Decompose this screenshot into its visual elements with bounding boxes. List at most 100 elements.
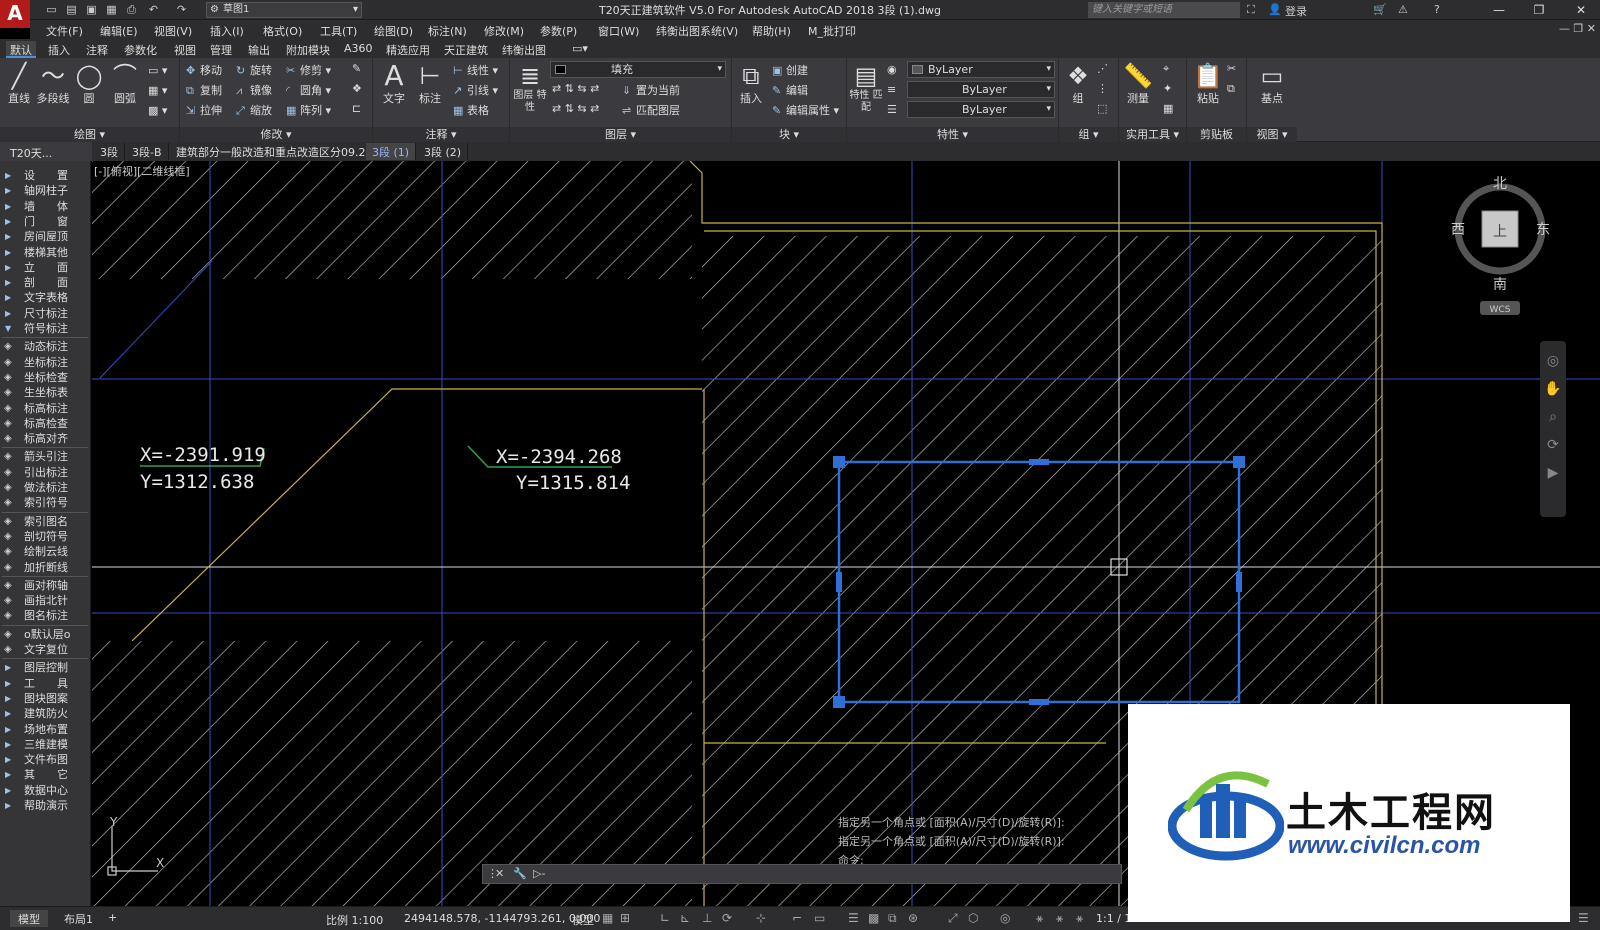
save-as-icon[interactable]: ▦ (104, 3, 119, 17)
panel-draw-title[interactable]: 绘图 ▾ (0, 127, 179, 142)
navigation-bar[interactable]: ◎ ✋ ⌕ ⟳ ▶ (1540, 341, 1566, 517)
move-button[interactable]: ✥ 移动 (186, 62, 222, 80)
exchange-icon[interactable]: ⚠ (1398, 3, 1408, 16)
erase-icon[interactable]: ✎ (352, 62, 361, 80)
dimension-button[interactable]: ⊢ 标注 (413, 62, 447, 106)
grip-left-mid[interactable] (836, 572, 842, 592)
lineweight-toggle-icon[interactable]: ☰ (848, 911, 859, 925)
grip-top-mid[interactable] (1029, 459, 1049, 465)
palette-item[interactable]: ▶ 其 它 (0, 767, 91, 782)
line-button[interactable]: ╱ 直线 (2, 62, 36, 106)
layer-tools-row1[interactable]: ⇄ ⇅ ⇆ ⇄ (552, 82, 599, 100)
units-icon[interactable]: ⬡ (968, 911, 978, 925)
polyline-button[interactable]: 〜多段线 (36, 62, 70, 106)
tab-addins[interactable]: 附加模块 (282, 41, 334, 58)
panel-annotation-title[interactable]: 注释 ▾ (373, 127, 509, 142)
create-block-button[interactable]: ▣ 创建 (772, 62, 808, 80)
palette-item[interactable]: ▶ 墙 体 (0, 199, 91, 214)
palette-item[interactable]: ▶ 图层控制 (0, 660, 91, 675)
polar-icon[interactable]: ⊾ (680, 911, 690, 925)
palette-item[interactable]: ◈ 标高对齐 (0, 431, 91, 446)
palette-item[interactable]: ▶ 工 具 (0, 676, 91, 691)
file-tab-renovation[interactable]: 建筑部分一般改造和重点改造区分09.22 (170, 143, 380, 160)
tab-weiheng[interactable]: 纬衡出图 (498, 41, 550, 58)
palette-item[interactable]: ▶ 建筑防火 (0, 706, 91, 721)
insert-block-button[interactable]: ⧉ 插入 (734, 62, 768, 106)
grip-right-mid[interactable] (1236, 572, 1242, 592)
palette-item[interactable]: ◈ 标高检查 (0, 416, 91, 431)
gradient-icon[interactable]: ▩ ▾ (148, 104, 167, 122)
grip-top-right[interactable] (1233, 456, 1245, 468)
palette-item[interactable]: ◈ 坐标检查 (0, 370, 91, 385)
menu-help[interactable]: 帮助(H) (752, 23, 791, 39)
tab-insert[interactable]: 插入 (44, 41, 74, 58)
object-snap-tracking-icon[interactable]: ⟳ (722, 911, 732, 925)
customize-icon[interactable]: 🔧 (513, 867, 527, 880)
login-link[interactable]: 登录 (1285, 3, 1307, 19)
circle-button[interactable]: ◯ 圆 (72, 62, 106, 106)
tab-layout1[interactable]: 布局1 (56, 910, 101, 927)
match-layer-button[interactable]: ⇌ 匹配图层 (622, 102, 680, 120)
viewcube-west[interactable]: 西 (1451, 222, 1465, 238)
orbit-icon[interactable]: ⟳ (1540, 437, 1566, 453)
snap-icon[interactable]: ⊞ (620, 911, 630, 925)
file-tab-3duan-1[interactable]: 3段 (1) (366, 143, 417, 160)
steering-wheel-icon[interactable]: ◎ (1540, 353, 1566, 369)
menu-insert[interactable]: 插入(I) (210, 23, 244, 39)
app-logo-icon[interactable]: A (0, 0, 30, 28)
palette-item[interactable]: ◈ 索引符号 (0, 495, 91, 510)
model-space-button[interactable]: 模型 (572, 912, 594, 928)
copy-button[interactable]: ⧉ 复制 (186, 82, 222, 100)
print-icon[interactable]: ⎙ (124, 3, 139, 17)
explode-icon[interactable]: ❖ (352, 82, 362, 100)
offset-icon[interactable]: ⊏ (352, 102, 361, 120)
id-point-icon[interactable]: ⌖ (1163, 62, 1169, 80)
customization-icon[interactable]: ☰ (1578, 911, 1589, 925)
pan-icon[interactable]: ✋ (1540, 381, 1566, 397)
copy-clip-icon[interactable]: ⧉ (1227, 82, 1235, 100)
palette-item[interactable]: ▶ 设 置 (0, 168, 91, 183)
panel-groups-title[interactable]: 组 ▾ (1059, 127, 1118, 142)
command-line[interactable]: ⋮ ✕ 🔧 ▷- (482, 864, 1122, 884)
menu-batch-print[interactable]: M_批打印 (808, 23, 856, 39)
palette-item[interactable]: ▶ 文件布图 (0, 752, 91, 767)
palette-item[interactable]: ▶ 图块图案 (0, 691, 91, 706)
base-point-button[interactable]: ▭ 基点 (1255, 62, 1289, 106)
annotation-monitor-icon[interactable]: ⤢ (948, 911, 958, 926)
cart-icon[interactable]: 🛒 (1373, 3, 1387, 16)
close-cmd-icon[interactable]: ✕ (495, 867, 504, 880)
scale-button[interactable]: ⤢ 缩放 (236, 102, 272, 120)
viewport-controls[interactable]: [-][俯视][二维线框] (94, 163, 190, 179)
file-tab-3duan-2[interactable]: 3段 (2) (418, 143, 469, 160)
cut-icon[interactable]: ✂ (1227, 62, 1236, 80)
viewcube[interactable]: 上 北 南 西 东 WCS (1450, 171, 1550, 321)
palette-item[interactable]: ◈ 标高标注 (0, 401, 91, 416)
ortho-icon[interactable]: ∟ (660, 911, 670, 925)
selection-cycling-icon[interactable]: ⧉ (888, 911, 897, 926)
menu-parametric[interactable]: 参数(P) (540, 23, 577, 39)
group-edit-icon[interactable]: ⋮ (1097, 82, 1108, 100)
layer-select[interactable]: 填充 ▾ (550, 61, 726, 78)
workspace-select[interactable]: ⚙ 草图1 ▾ (206, 2, 362, 18)
save-icon[interactable]: ▣ (84, 3, 99, 17)
palette-item[interactable]: ◈ 图名标注 (0, 608, 91, 623)
binoculars-icon[interactable]: ⛶ (1247, 3, 1255, 17)
text-button[interactable]: A 文字 (377, 62, 411, 106)
grip-bottom-left[interactable] (833, 696, 845, 708)
showmotion-icon[interactable]: ▶ (1540, 465, 1566, 481)
palette-item[interactable]: ▶ 文字表格 (0, 290, 91, 305)
panel-clipboard-title[interactable]: 剪贴板 (1187, 127, 1246, 142)
panel-block-title[interactable]: 块 ▾ (732, 127, 846, 142)
panel-properties-title[interactable]: 特性 ▾ (847, 127, 1058, 142)
hatch-icon[interactable]: ▦ ▾ (148, 84, 167, 102)
palette-item[interactable]: ▶ 门 窗 (0, 214, 91, 229)
grip-bottom-mid[interactable] (1029, 699, 1049, 705)
palette-item[interactable]: ◈ 绘制云线 (0, 544, 91, 559)
menu-format[interactable]: 格式(O) (263, 23, 302, 39)
fillet-button[interactable]: ◜ 圆角 ▾ (286, 82, 331, 100)
palette-item[interactable]: ▶ 轴网柱子 (0, 183, 91, 198)
tab-view[interactable]: 视图 (170, 41, 200, 58)
tab-featured-apps[interactable]: 精选应用 (382, 41, 434, 58)
group-select-icon[interactable]: ⬚ (1097, 102, 1107, 120)
open-file-icon[interactable]: ▤ (64, 3, 79, 17)
